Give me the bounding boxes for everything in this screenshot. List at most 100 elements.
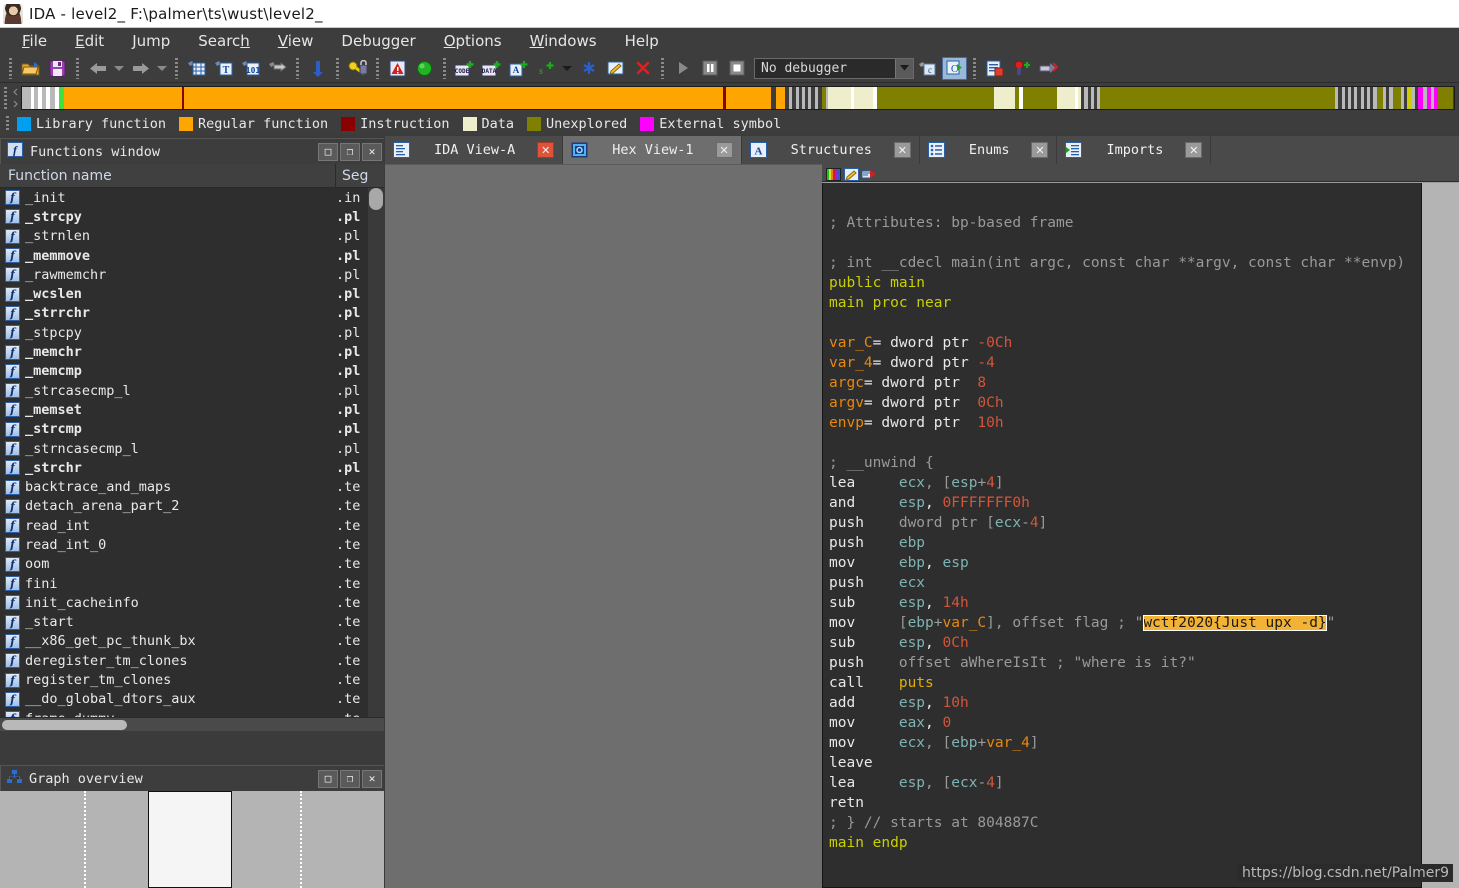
breakpoint-add-icon[interactable]	[1009, 57, 1034, 80]
disassembly-line[interactable]: ; __unwind {	[829, 453, 1421, 473]
function-list-row[interactable]: f backtrace_and_maps .te	[0, 477, 384, 496]
close-icon[interactable]: ✕	[362, 769, 382, 788]
function-list-row[interactable]: f _strchr .pl	[0, 458, 384, 477]
function-list-row[interactable]: f _stpcpy .pl	[0, 323, 384, 342]
function-list-row[interactable]: f detach_arena_part_2 .te	[0, 497, 384, 516]
debugger-select[interactable]: No debugger	[754, 57, 914, 79]
asterisk-icon[interactable]	[576, 57, 601, 80]
menu-item-jump[interactable]: Jump	[118, 30, 184, 52]
restore-icon[interactable]: ❐	[340, 142, 360, 161]
navigation-band[interactable]	[21, 86, 1455, 110]
jump-to-address-icon[interactable]	[184, 57, 209, 80]
disassembly-line[interactable]: leave	[829, 753, 1421, 773]
function-list-row[interactable]: f _memchr .pl	[0, 342, 384, 361]
warning-icon[interactable]	[385, 57, 410, 80]
toolbar-grip[interactable]	[9, 57, 12, 79]
tab-close-icon[interactable]: ✕	[1185, 142, 1203, 158]
tab-structures[interactable]: A Structures ✕	[742, 136, 920, 164]
disassembly-line[interactable]: call puts	[829, 673, 1421, 693]
disassembly-line[interactable]: ; int __cdecl main(int argc, const char …	[829, 253, 1421, 273]
trace-icon[interactable]	[1036, 57, 1061, 80]
function-list-row[interactable]: f read_int .te	[0, 516, 384, 535]
graph-overview-canvas[interactable]	[0, 791, 384, 888]
tab-close-icon[interactable]: ✕	[893, 142, 911, 158]
ida-view-a-panel[interactable]	[385, 164, 822, 888]
disassembly-line[interactable]: and esp, 0FFFFFFF0h	[829, 493, 1421, 513]
jump-down-icon[interactable]	[305, 57, 330, 80]
function-list-row[interactable]: f _strcpy .pl	[0, 207, 384, 226]
forward-icon[interactable]	[128, 57, 153, 80]
function-list-row[interactable]: f _strcasecmp_l .pl	[0, 381, 384, 400]
jump-xref-icon[interactable]	[265, 57, 290, 80]
forward-dropdown-icon[interactable]	[155, 57, 169, 80]
disassembly-line[interactable]: main endp	[829, 833, 1421, 853]
function-list-row[interactable]: f _start .te	[0, 613, 384, 632]
menu-item-edit[interactable]: Edit	[61, 30, 118, 52]
make-code-icon[interactable]: CODE	[452, 57, 477, 80]
disassembly-line[interactable]: main proc near	[829, 293, 1421, 313]
menu-item-view[interactable]: View	[264, 30, 328, 52]
graph-overview-viewport[interactable]	[148, 791, 232, 888]
disassembly-line[interactable]: argc= dword ptr 8	[829, 373, 1421, 393]
menu-item-windows[interactable]: Windows	[516, 30, 611, 52]
function-list-row[interactable]: f register_tm_clones .te	[0, 670, 384, 689]
function-list-row[interactable]: f read_int_0 .te	[0, 535, 384, 554]
jump-to-text-icon[interactable]: T	[211, 57, 236, 80]
back-dropdown-icon[interactable]	[112, 57, 126, 80]
list-icon[interactable]	[982, 57, 1007, 80]
function-list-row[interactable]: f deregister_tm_clones .te	[0, 651, 384, 670]
disassembly-line[interactable]	[829, 313, 1421, 333]
function-list-row[interactable]: f __x86_get_pc_thunk_bx .te	[0, 632, 384, 651]
delete-icon[interactable]	[630, 57, 655, 80]
sync-icon[interactable]	[861, 166, 877, 179]
search-key-icon[interactable]	[345, 57, 370, 80]
make-ascii-icon[interactable]: A	[506, 57, 531, 80]
disassembly-line[interactable]: push ebp	[829, 533, 1421, 553]
disassembly-vertical-scrollbar[interactable]	[1422, 183, 1459, 888]
function-list-row[interactable]: f _rawmemchr .pl	[0, 265, 384, 284]
tab-close-icon[interactable]: ✕	[715, 142, 733, 158]
maximize-icon[interactable]: □	[318, 142, 338, 161]
disassembly-line[interactable]	[829, 233, 1421, 253]
column-header-segment[interactable]: Seg	[336, 164, 384, 187]
menu-item-search[interactable]: Search	[184, 30, 264, 52]
functions-list[interactable]: f _init .in f _strcpy .pl f _strnlen .pl f _memmov…	[0, 188, 384, 717]
menu-item-debugger[interactable]: Debugger	[327, 30, 429, 52]
functions-hscroll-thumb[interactable]	[2, 720, 127, 730]
disassembly-line[interactable]: mov eax, 0	[829, 713, 1421, 733]
tab-close-icon[interactable]: ✕	[1031, 142, 1049, 158]
function-list-row[interactable]: f __do_global_dtors_aux .te	[0, 690, 384, 709]
disassembly-line[interactable]: push ecx	[829, 573, 1421, 593]
function-list-row[interactable]: f init_cacheinfo .te	[0, 593, 384, 612]
maximize-icon[interactable]: □	[318, 769, 338, 788]
tab-hex-view-1[interactable]: Hex View-1 ✕	[563, 136, 742, 164]
function-list-row[interactable]: f _wcslen .pl	[0, 284, 384, 303]
functions-horizontal-scrollbar[interactable]	[0, 717, 384, 731]
disassembly-code[interactable]: ; Attributes: bp-based frame ; int __cde…	[822, 183, 1422, 888]
function-list-row[interactable]: f _strncasecmp_l .pl	[0, 439, 384, 458]
disassembly-line[interactable]: var_C= dword ptr -0Ch	[829, 333, 1421, 353]
disassembly-line[interactable]: ; Attributes: bp-based frame	[829, 213, 1421, 233]
highlighted-flag-string[interactable]: wctf2020{Just_upx_-d}	[1143, 615, 1327, 631]
edit-icon[interactable]	[844, 166, 859, 181]
function-list-row[interactable]: f _memmove .pl	[0, 246, 384, 265]
disassembly-line[interactable]: retn	[829, 793, 1421, 813]
column-header-function-name[interactable]: Function name	[0, 164, 336, 187]
chevron-down-icon[interactable]	[895, 58, 913, 78]
disassembly-line[interactable]: ; } // starts at 804887C	[829, 813, 1421, 833]
function-list-row[interactable]: f _memcmp .pl	[0, 362, 384, 381]
disassembly-line[interactable]: add esp, 10h	[829, 693, 1421, 713]
disassembly-line[interactable]: sub esp, 0Ch	[829, 633, 1421, 653]
disassembly-line[interactable]: argv= dword ptr 0Ch	[829, 393, 1421, 413]
tab-imports[interactable]: Imports ✕	[1057, 136, 1212, 164]
menu-item-options[interactable]: Options	[430, 30, 516, 52]
functions-vertical-scrollbar[interactable]	[368, 188, 384, 717]
disassembly-line[interactable]: mov ecx, [ebp+var_4]	[829, 733, 1421, 753]
pause-icon[interactable]	[697, 57, 722, 80]
function-list-row[interactable]: f fini .te	[0, 574, 384, 593]
disassembly-line[interactable]: public main	[829, 273, 1421, 293]
save-icon[interactable]	[45, 57, 70, 80]
function-list-row[interactable]: f _strcmp .pl	[0, 420, 384, 439]
navband-arrows-icon[interactable]	[11, 86, 21, 110]
green-circle-icon[interactable]	[412, 57, 437, 80]
